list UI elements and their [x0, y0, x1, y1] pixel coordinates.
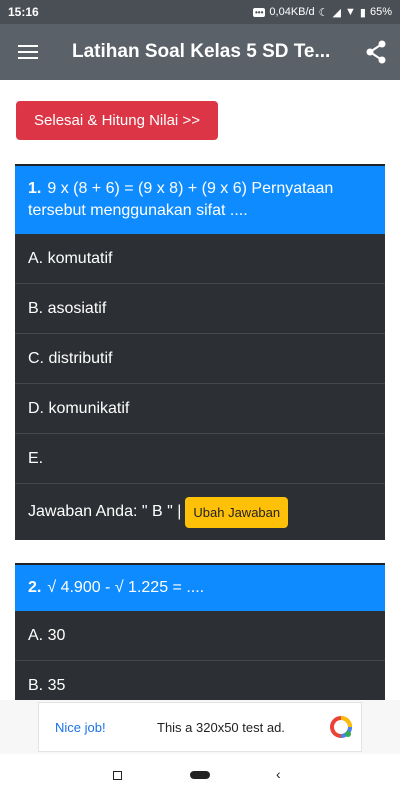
option-a[interactable]: A. 30	[15, 611, 385, 661]
finish-and-score-button[interactable]: Selesai & Hitung Nilai >>	[16, 101, 218, 140]
option-b[interactable]: B. asosiatif	[15, 284, 385, 334]
question-card-2: 2. √ 4.900 - √ 1.225 = .... A. 30 B. 35	[15, 563, 385, 700]
back-icon[interactable]: ‹	[276, 766, 281, 782]
question-number: 2.	[28, 579, 42, 596]
ad-text: This a 320x50 test ad.	[157, 719, 285, 735]
option-a[interactable]: A. komutatif	[15, 234, 385, 284]
option-b[interactable]: B. 35	[15, 661, 385, 700]
wifi-icon: ▼	[345, 6, 356, 18]
battery-icon: ▮	[359, 6, 366, 19]
quiz-content[interactable]: Selesai & Hitung Nilai >> 1. 9 x (8 + 6) …	[0, 80, 400, 700]
moon-icon: ☾	[318, 6, 329, 19]
your-answer-label: Jawaban Anda: " B " |	[28, 503, 182, 520]
ad-logo-icon	[321, 715, 361, 739]
notification-icon: •••	[253, 7, 266, 17]
question-header: 2. √ 4.900 - √ 1.225 = ....	[15, 563, 385, 611]
battery-level: 65%	[369, 6, 392, 18]
app-bar: Latihan Soal Kelas 5 SD Te...	[0, 24, 400, 80]
status-bar: 15:16 ••• 0,04KB/d ☾ ◢ ▼ ▮ 65%	[0, 0, 400, 24]
change-answer-button[interactable]: Ubah Jawaban	[185, 496, 289, 528]
answer-row: Jawaban Anda: " B " | Ubah Jawaban	[15, 484, 385, 540]
network-speed: 0,04KB/d	[269, 6, 315, 18]
share-icon[interactable]	[352, 24, 400, 80]
recents-icon[interactable]	[113, 771, 122, 780]
ad-nice-job: Nice job!	[55, 719, 106, 735]
status-time: 15:16	[8, 5, 39, 19]
question-number: 1.	[28, 180, 42, 197]
test-ad-banner[interactable]: Nice job! This a 320x50 test ad.	[38, 702, 362, 752]
question-text: 9 x (8 + 6) = (9 x 8) + (9 x 6) Pernyata…	[28, 180, 334, 219]
question-card-1: 1. 9 x (8 + 6) = (9 x 8) + (9 x 6) Pernya…	[15, 164, 385, 540]
option-d[interactable]: D. komunikatif	[15, 384, 385, 434]
signal-icon: ◢	[332, 6, 342, 19]
page-title: Latihan Soal Kelas 5 SD Te...	[72, 41, 331, 62]
home-icon[interactable]	[190, 771, 210, 779]
question-header: 1. 9 x (8 + 6) = (9 x 8) + (9 x 6) Pernya…	[15, 164, 385, 234]
hamburger-icon[interactable]	[0, 24, 56, 80]
system-nav-bar: ‹	[0, 754, 400, 800]
option-e[interactable]: E.	[15, 434, 385, 484]
option-c[interactable]: C. distributif	[15, 334, 385, 384]
question-text: √ 4.900 - √ 1.225 = ....	[47, 579, 205, 596]
